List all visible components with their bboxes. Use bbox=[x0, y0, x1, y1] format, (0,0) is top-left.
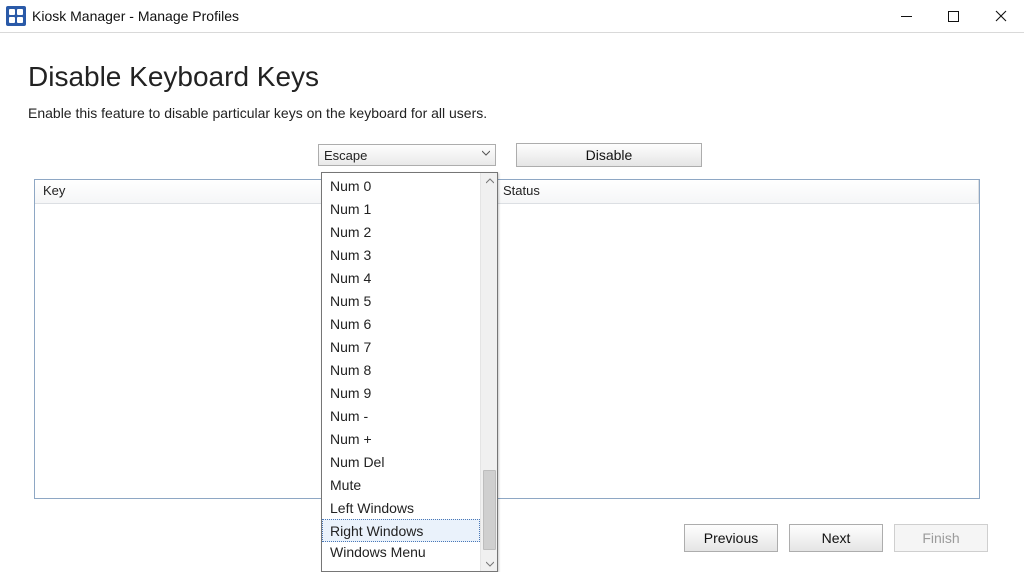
dropdown-item[interactable]: Num 3 bbox=[322, 243, 480, 266]
scroll-thumb[interactable] bbox=[483, 470, 496, 550]
disable-button[interactable]: Disable bbox=[516, 143, 702, 167]
dropdown-item[interactable]: Left Windows bbox=[322, 496, 480, 519]
dropdown-item[interactable]: Windows Menu bbox=[322, 542, 480, 558]
table-header: Key Status bbox=[35, 180, 979, 204]
dropdown-item[interactable]: Num 4 bbox=[322, 266, 480, 289]
minimize-button[interactable] bbox=[883, 0, 930, 32]
key-select[interactable]: Escape bbox=[318, 144, 496, 166]
previous-button[interactable]: Previous bbox=[684, 524, 778, 552]
dropdown-item[interactable]: Num 5 bbox=[322, 289, 480, 312]
dropdown-item[interactable]: Num 6 bbox=[322, 312, 480, 335]
dropdown-item[interactable]: Num + bbox=[322, 427, 480, 450]
dropdown-item[interactable]: Num Del bbox=[322, 450, 480, 473]
dropdown-item[interactable]: Num 0 bbox=[322, 174, 480, 197]
control-row: Escape Disable bbox=[318, 143, 988, 167]
dropdown-item[interactable]: Num 2 bbox=[322, 220, 480, 243]
dropdown-item[interactable]: Num 1 bbox=[322, 197, 480, 220]
key-select-value: Escape bbox=[324, 148, 367, 163]
dropdown-item[interactable]: Num - bbox=[322, 404, 480, 427]
scroll-down-icon[interactable] bbox=[481, 556, 498, 571]
scroll-up-icon[interactable] bbox=[481, 173, 498, 188]
window-buttons bbox=[883, 0, 1024, 32]
wizard-footer: Previous Next Finish bbox=[684, 524, 988, 552]
key-dropdown-list[interactable]: Num 0Num 1Num 2Num 3Num 4Num 5Num 6Num 7… bbox=[321, 172, 498, 572]
dropdown-item[interactable]: Num 9 bbox=[322, 381, 480, 404]
page-content: Disable Keyboard Keys Enable this featur… bbox=[0, 33, 1024, 572]
dropdown-item[interactable]: Mute bbox=[322, 473, 480, 496]
maximize-button[interactable] bbox=[930, 0, 977, 32]
disable-button-label: Disable bbox=[586, 147, 633, 163]
chevron-down-icon bbox=[482, 150, 492, 160]
window-title: Kiosk Manager - Manage Profiles bbox=[32, 8, 239, 24]
disabled-keys-table: Key Status bbox=[34, 179, 980, 499]
dropdown-list: Num 0Num 1Num 2Num 3Num 4Num 5Num 6Num 7… bbox=[322, 173, 480, 571]
close-button[interactable] bbox=[977, 0, 1024, 32]
next-button[interactable]: Next bbox=[789, 524, 883, 552]
finish-button: Finish bbox=[894, 524, 988, 552]
dropdown-item[interactable]: Num 8 bbox=[322, 358, 480, 381]
dropdown-item[interactable]: Num 7 bbox=[322, 335, 480, 358]
titlebar: Kiosk Manager - Manage Profiles bbox=[0, 0, 1024, 33]
column-status[interactable]: Status bbox=[495, 180, 979, 204]
app-icon bbox=[6, 6, 26, 26]
page-title: Disable Keyboard Keys bbox=[28, 61, 988, 93]
dropdown-scrollbar[interactable] bbox=[480, 173, 497, 571]
page-description: Enable this feature to disable particula… bbox=[28, 105, 988, 121]
dropdown-item[interactable]: Right Windows bbox=[322, 519, 480, 542]
